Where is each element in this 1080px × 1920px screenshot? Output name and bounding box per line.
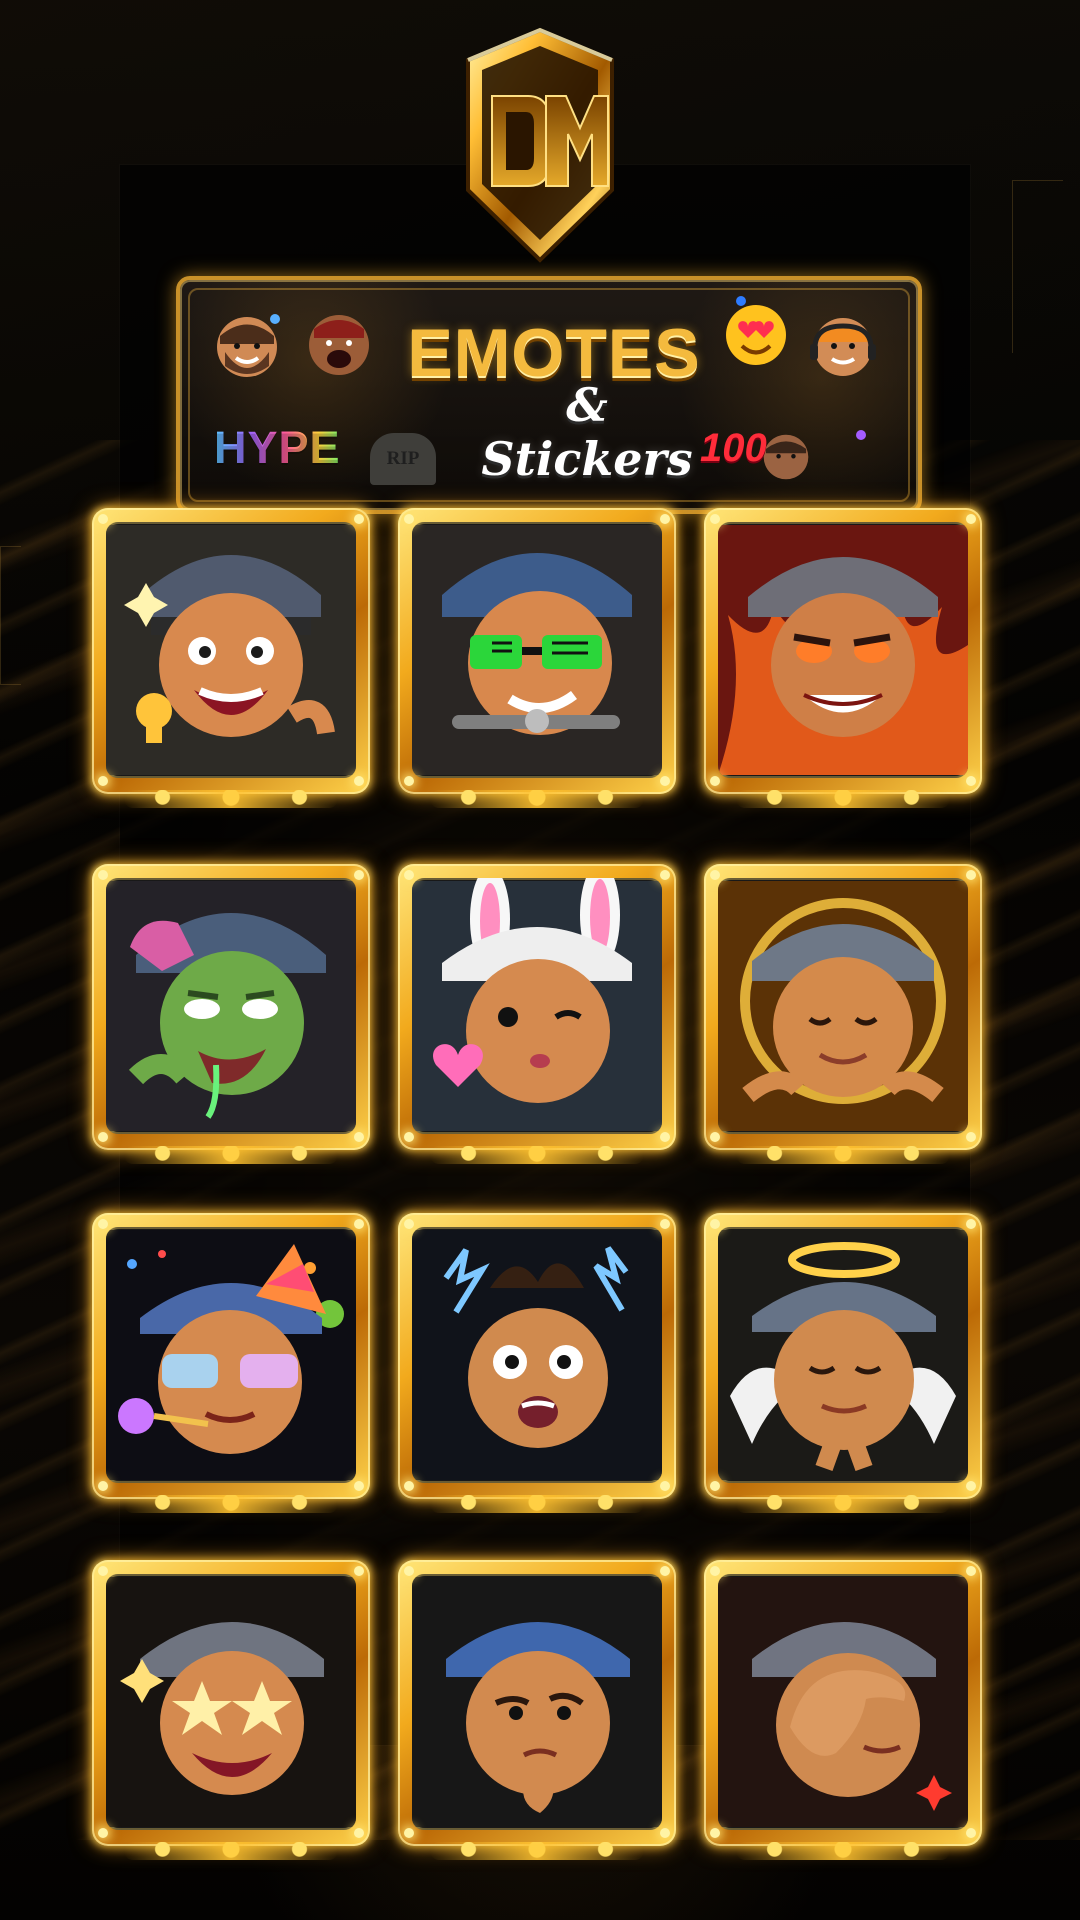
driving-sunglasses-emote-icon [412,525,662,775]
bunny-kiss-emote-icon [412,878,662,1131]
emote-tile [92,1560,370,1860]
banner-subtitle: & Stickers [481,378,693,486]
emote-tile [398,864,676,1164]
emote-tile [704,864,982,1164]
trophy-emote-icon [106,525,356,775]
blue-dot-icon [270,314,280,324]
purple-dot-icon [856,430,866,440]
meditate-emote-icon [718,881,968,1131]
star-eyes-emote-icon [106,1577,356,1827]
emotes-banner: EMOTES & Stickers HYPE RIP 100 [176,276,922,514]
facepalm-emote-icon [718,1577,968,1827]
emote-tile [92,508,370,808]
emote-tile [398,1213,676,1513]
emote-tile [92,1213,370,1513]
rip-badge: RIP [370,433,436,485]
frame-line-left [0,546,21,685]
emote-tile [398,1560,676,1860]
party-emote-icon [106,1230,356,1480]
emote-tile [704,1213,982,1513]
thinking-emote-icon [412,1577,662,1827]
shock-emote-icon [412,1230,662,1480]
hype-label: HYPE [214,422,341,473]
gamer-face-icon [810,318,876,376]
zombie-emote-icon [106,881,356,1131]
frame-line-right [1012,180,1063,353]
angel-emote-icon [718,1230,968,1480]
hundred-label: 100 [700,426,767,470]
emote-tile [92,864,370,1164]
dm-logo-icon [466,27,614,263]
rage-emote-icon [718,525,968,775]
emote-tile [704,508,982,808]
emote-tile [398,508,676,808]
emote-tile [704,1560,982,1860]
blue-dot-icon [736,296,746,306]
